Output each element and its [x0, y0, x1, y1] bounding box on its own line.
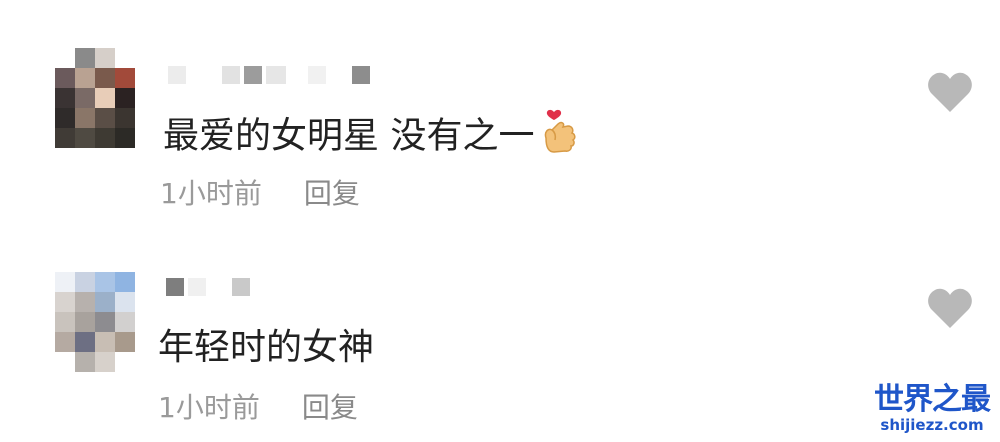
comment-text: 最爱的女明星 没有之一 [163, 108, 580, 167]
like-heart-icon[interactable] [926, 286, 974, 330]
username-redacted[interactable] [168, 64, 370, 86]
comment-item: 最爱的女明星 没有之一 1小时前 回复 [0, 0, 1000, 220]
comment-meta: 1小时前 回复 [158, 390, 358, 426]
avatar[interactable] [55, 272, 135, 372]
watermark-title: 世界之最 [874, 382, 991, 417]
comment-time: 1小时前 [158, 391, 260, 424]
watermark-logo: 世界之最 shijiezz.com [870, 382, 994, 435]
comment-meta: 1小时前 回复 [160, 176, 360, 212]
comment-text-content: 最爱的女明星 没有之一 [163, 115, 535, 157]
avatar[interactable] [55, 48, 135, 148]
username-redacted[interactable] [166, 276, 250, 298]
reply-button[interactable]: 回复 [304, 177, 360, 210]
like-heart-icon[interactable] [926, 70, 974, 114]
finger-heart-icon [540, 108, 580, 167]
comment-time: 1小时前 [160, 177, 262, 210]
reply-button[interactable]: 回复 [302, 391, 358, 424]
comment-item: 年轻时的女神 1小时前 回复 [0, 220, 1000, 442]
comment-text-content: 年轻时的女神 [158, 327, 375, 368]
watermark-url: shijiezz.com [880, 416, 984, 434]
comment-text: 年轻时的女神 [158, 326, 374, 370]
